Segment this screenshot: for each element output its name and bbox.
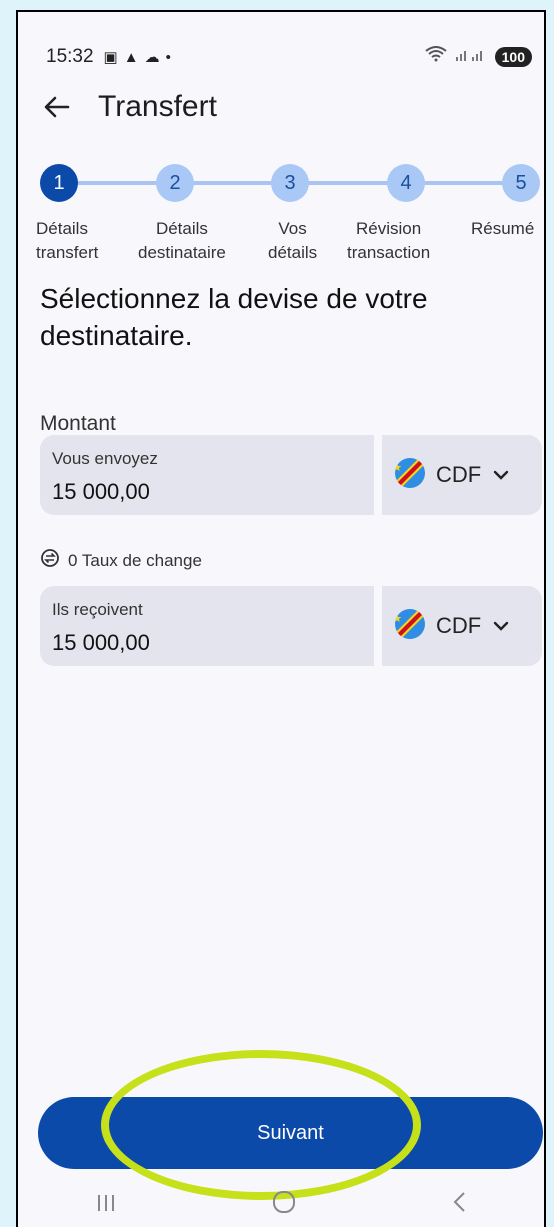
step-2-indicator: 2: [156, 164, 194, 202]
back-arrow-icon[interactable]: [40, 90, 74, 124]
amount-section-label: Montant: [40, 412, 116, 435]
step-4-indicator: 4: [387, 164, 425, 202]
step-4-label: Révision transaction: [347, 219, 431, 262]
screenshot-icon: ▣: [103, 49, 118, 66]
step-3-label: Vos détails: [268, 219, 318, 262]
send-amount-value[interactable]: 15 000,00: [52, 479, 150, 505]
app-bar: Transfert: [40, 90, 217, 124]
exchange-rate-text: 0 Taux de change: [68, 550, 202, 570]
drc-flag-icon: [394, 457, 426, 494]
cloud-icon: ☁: [144, 49, 160, 66]
signal-icon: [455, 46, 487, 68]
next-button[interactable]: Suivant: [38, 1097, 543, 1169]
system-icons: 100: [425, 46, 532, 68]
send-amount-label: Vous envoyez: [52, 449, 158, 468]
battery-indicator: 100: [494, 47, 532, 67]
receive-amount-value[interactable]: 15 000,00: [52, 630, 150, 656]
status-time: 15:32: [46, 46, 94, 67]
send-currency-code: CDF: [436, 462, 482, 487]
exchange-rate-row: 0 Taux de change: [40, 548, 202, 573]
stepper-labels: Détails transfert Détails destinataire V…: [36, 217, 544, 267]
drc-flag-icon: [394, 608, 426, 645]
receive-amount-field[interactable]: Ils reçoivent 15 000,00: [40, 586, 374, 666]
chevron-down-icon: [493, 470, 509, 480]
notification-icons: ▣ ▲ ☁ •: [103, 48, 171, 67]
page-title: Transfert: [98, 90, 217, 123]
step-1-label: Détails transfert: [36, 219, 99, 262]
home-icon[interactable]: [271, 1189, 297, 1222]
receive-currency-code: CDF: [436, 613, 482, 638]
back-icon[interactable]: [451, 1190, 467, 1221]
phone-screen: 15:32 ▣ ▲ ☁ • 100 Transfert 1 2 3 4 5 Dé…: [16, 10, 546, 1227]
step-2-label: Détails destinataire: [138, 219, 226, 262]
send-currency-select[interactable]: CDF: [382, 435, 542, 515]
receive-amount-label: Ils reçoivent: [52, 600, 143, 619]
dot-icon: •: [165, 48, 171, 66]
warning-icon: ▲: [123, 48, 139, 66]
system-nav-bar: [18, 1180, 544, 1227]
chevron-down-icon: [493, 621, 509, 631]
wifi-icon: [425, 46, 447, 68]
step-3-indicator: 3: [271, 164, 309, 202]
step-1-indicator: 1: [40, 164, 78, 202]
receive-currency-select[interactable]: CDF: [382, 586, 542, 666]
recent-apps-icon[interactable]: [95, 1190, 117, 1221]
step-5-label: Résumé: [471, 219, 535, 238]
send-amount-field[interactable]: Vous envoyez 15 000,00: [40, 435, 374, 515]
exchange-icon: [40, 548, 60, 573]
page-heading: Sélectionnez la devise de votre destinat…: [40, 283, 428, 351]
status-bar: 15:32 ▣ ▲ ☁ • 100: [46, 42, 532, 72]
step-5-indicator: 5: [502, 164, 540, 202]
progress-stepper: 1 2 3 4 5: [40, 162, 542, 202]
